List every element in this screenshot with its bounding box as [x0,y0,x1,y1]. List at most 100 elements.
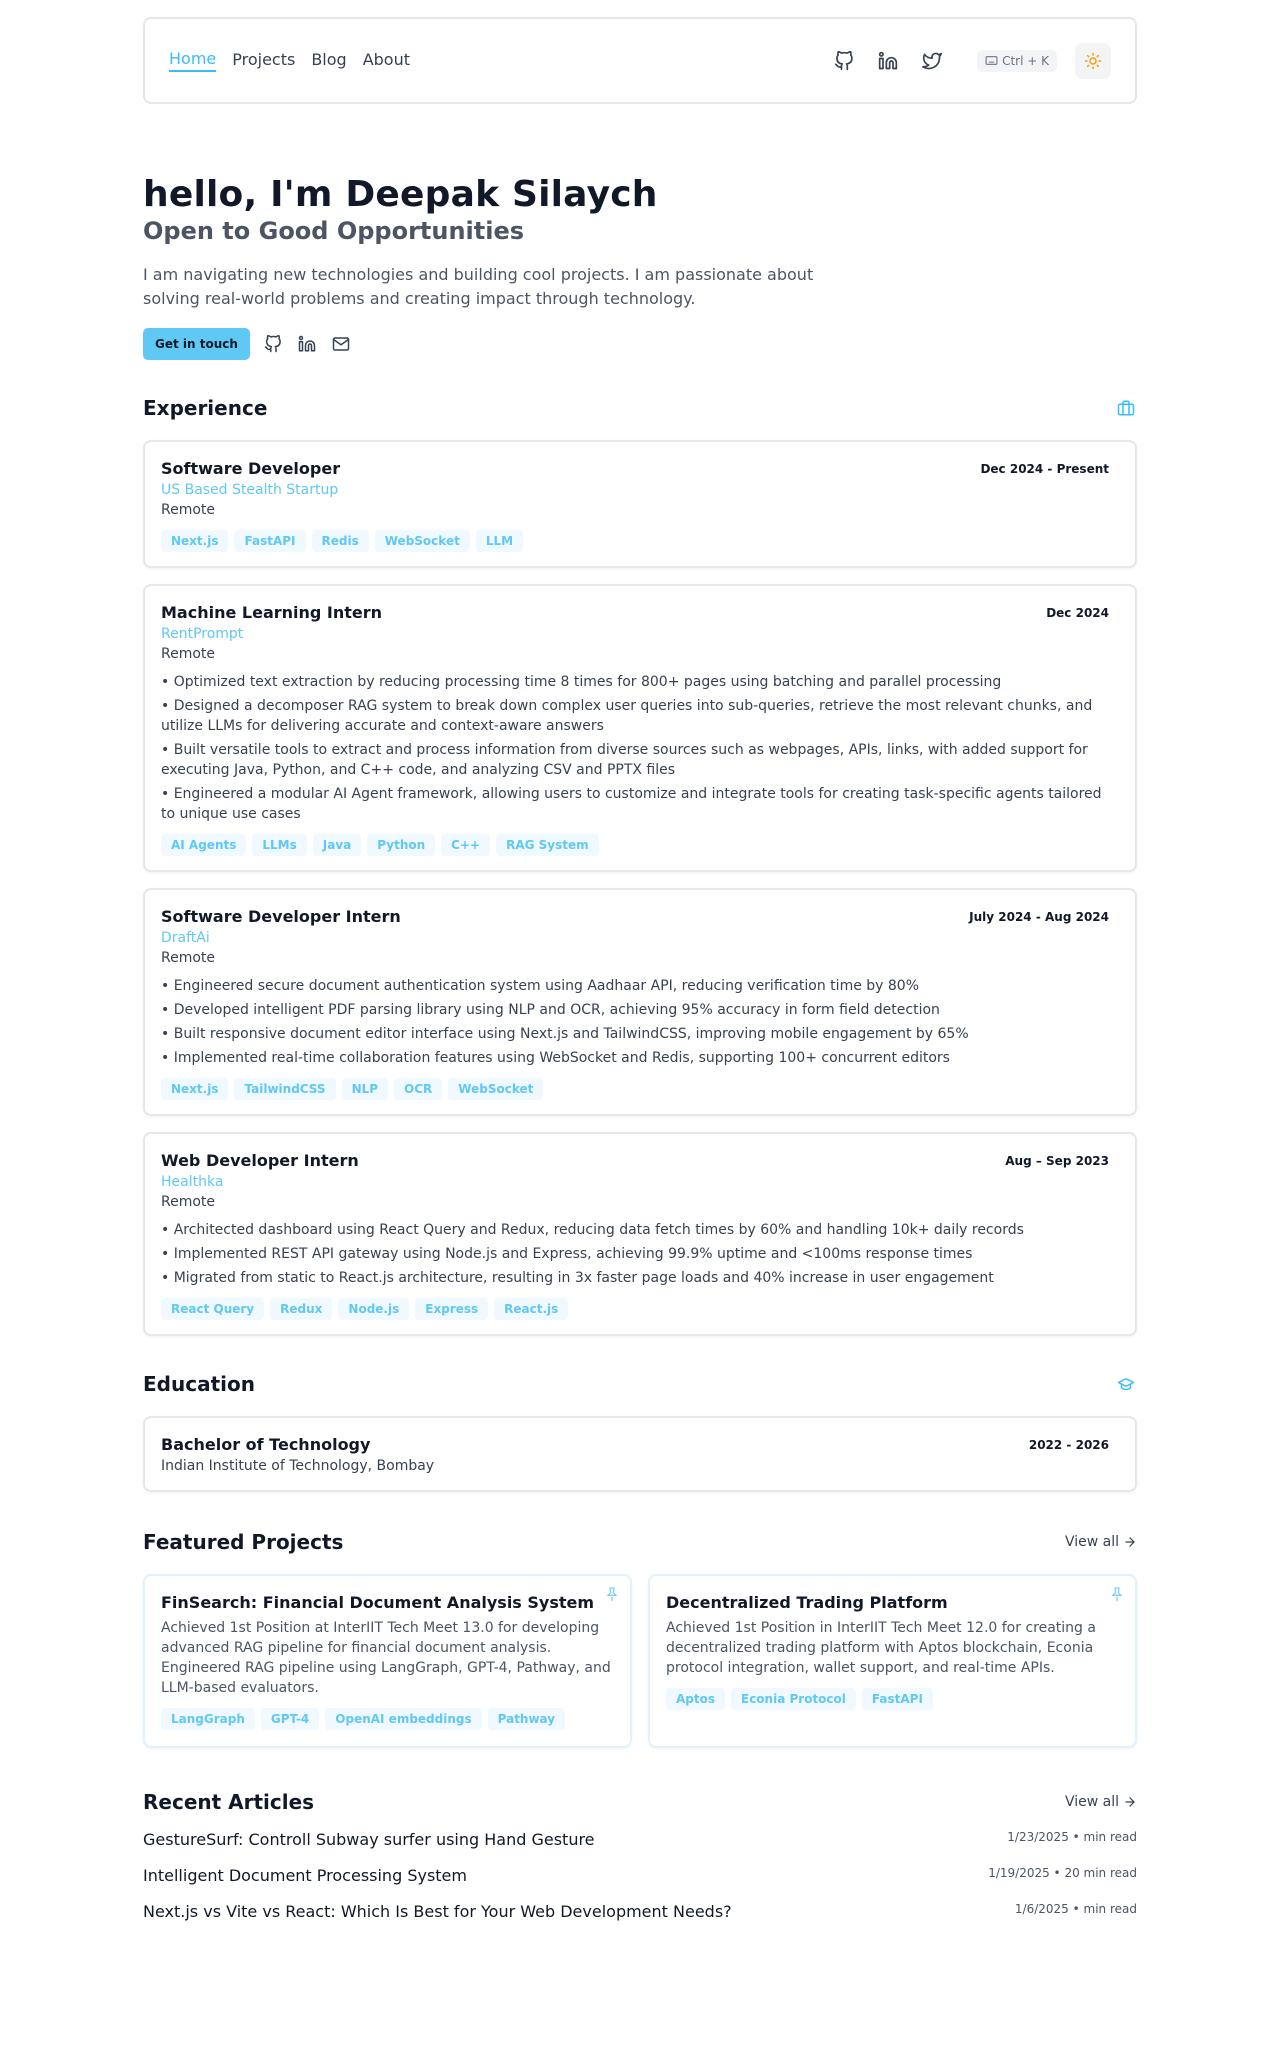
command-palette-button[interactable]: Ctrl + K [977,49,1057,72]
shortcut-label: Ctrl + K [1002,53,1049,68]
bullet-item: • Migrated from static to React.js archi… [161,1269,994,1286]
article-item[interactable]: GestureSurf: Controll Subway surfer usin… [143,1830,1137,1866]
articles-header: Recent Articles View all [143,1790,1137,1814]
article-meta: 1/23/2025 • min read [1007,1829,1137,1844]
job-location: Remote [161,645,216,662]
article-item[interactable]: Next.js vs Vite vs React: Which Is Best … [143,1902,1137,1938]
tag: Redis [311,529,369,552]
tag: WebSocket [448,1077,544,1100]
github-icon[interactable] [262,333,284,355]
projects-header: Featured Projects View all [143,1530,1137,1554]
project-grid: FinSearch: Financial Document Analysis S… [143,1573,1137,1748]
experience-card: Machine Learning Intern RentPrompt Remot… [143,583,1137,872]
hero-actions: Get in touch [143,327,1137,360]
tag: Pathway [487,1707,566,1730]
bullet-list: • Optimized text extraction by reducing … [161,672,1109,824]
experience-title: Experience [143,395,268,420]
linkedin-icon[interactable] [296,333,318,355]
articles-view-all-link[interactable]: View all [1065,1794,1137,1810]
education-card: Bachelor of Technology Indian Institute … [143,1415,1137,1492]
github-icon[interactable] [831,48,857,74]
page-container: Home Projects Blog About Ctrl + K hello,… [143,17,1137,1938]
bullet-list: • Architected dashboard using React Quer… [161,1220,1109,1288]
tag: OpenAI embeddings [325,1707,482,1730]
tag: LLM [475,529,524,552]
tag: GPT-4 [260,1707,320,1730]
hero-subtitle: Open to Good Opportunities [143,216,525,245]
nav-link-about[interactable]: About [363,50,410,71]
bullet-item: • Built versatile tools to extract and p… [161,741,1088,778]
article-meta: 1/19/2025 • 20 min read [988,1865,1137,1880]
mail-icon[interactable] [330,333,352,355]
view-all-label: View all [1064,1793,1119,1810]
top-navbar: Home Projects Blog About Ctrl + K [143,17,1137,104]
experience-card: Software Developer Intern DraftAi Remote… [143,887,1137,1116]
bullet-item: • Implemented real-time collaboration fe… [161,1049,950,1066]
pin-icon [1111,1586,1123,1601]
bullet-list: • Engineered secure document authenticat… [161,976,1109,1068]
nav-link-projects[interactable]: Projects [232,50,295,71]
project-card[interactable]: FinSearch: Financial Document Analysis S… [143,1573,632,1748]
school: Indian Institute of Technology, Bombay [161,1457,435,1474]
nav-actions: Ctrl + K [831,42,1111,79]
education-section: Education Bachelor of Technology Indian … [143,1372,1137,1492]
get-in-touch-button[interactable]: Get in touch [143,327,250,360]
tag-list: AI Agents LLMs Java Python C++ RAG Syste… [161,833,1109,856]
pin-icon [606,1586,618,1601]
article-title[interactable]: GestureSurf: Controll Subway surfer usin… [143,1830,595,1849]
tag: NLP [341,1077,389,1100]
bullet-item: • Engineered secure document authenticat… [161,977,920,994]
bullet-item: • Optimized text extraction by reducing … [161,673,1002,690]
nav-link-blog[interactable]: Blog [311,50,346,71]
theme-toggle-button[interactable] [1075,42,1111,79]
twitter-icon[interactable] [919,48,945,74]
arrow-right-icon [1125,1536,1135,1547]
experience-list: Software Developer US Based Stealth Star… [143,439,1137,1336]
tag: FastAPI [861,1687,933,1710]
job-role: Software Developer [161,458,341,478]
project-title: FinSearch: Financial Document Analysis S… [161,1592,595,1612]
tag: FastAPI [234,529,306,552]
article-title[interactable]: Intelligent Document Processing System [143,1866,467,1885]
tag: Econia Protocol [731,1687,856,1710]
job-company: RentPrompt [161,625,244,642]
article-meta: 1/6/2025 • min read [1014,1901,1137,1916]
bullet-item: • Designed a decomposer RAG system to br… [161,697,1093,734]
experience-card: Web Developer Intern Healthka Remote Aug… [143,1131,1137,1336]
article-title[interactable]: Next.js vs Vite vs React: Which Is Best … [143,1902,732,1921]
job-company: US Based Stealth Startup [161,481,339,498]
tag: React.js [494,1297,569,1320]
article-item[interactable]: Intelligent Document Processing System 1… [143,1866,1137,1902]
degree: Bachelor of Technology [161,1434,371,1454]
nav-links: Home Projects Blog About [169,49,410,72]
tag: Python [367,833,436,856]
arrow-right-icon [1125,1796,1135,1807]
tag: TailwindCSS [234,1077,336,1100]
tag-list: LangGraph GPT-4 OpenAI embeddings Pathwa… [161,1707,614,1730]
bullet-item: • Implemented REST API gateway using Nod… [161,1245,973,1262]
job-company: DraftAi [161,929,210,946]
tag: LLMs [252,833,307,856]
projects-section: Featured Projects View all FinSearch: Fi… [143,1530,1137,1748]
job-location: Remote [161,949,216,966]
job-location: Remote [161,501,216,518]
project-card[interactable]: Decentralized Trading Platform Achieved … [648,1573,1137,1748]
graduation-cap-icon [1115,1373,1137,1395]
bullet-item: • Developed intelligent PDF parsing libr… [161,1001,940,1018]
tag: Next.js [161,529,229,552]
nav-link-home[interactable]: Home [169,49,217,72]
tag-list: Aptos Econia Protocol FastAPI [666,1687,1119,1710]
tag: React Query [161,1297,265,1320]
briefcase-icon [1115,397,1137,419]
tag-list: Next.js FastAPI Redis WebSocket LLM [161,529,1109,552]
linkedin-icon[interactable] [875,48,901,74]
projects-view-all-link[interactable]: View all [1065,1534,1137,1550]
education-title: Education [143,1371,255,1396]
keyboard-icon [985,56,998,65]
hero-title: hello, I'm Deepak Silaych [143,174,658,215]
experience-section: Experience Software Developer US Based S… [143,396,1137,1336]
experience-card: Software Developer US Based Stealth Star… [143,439,1137,568]
articles-title: Recent Articles [143,1789,315,1814]
education-date: 2022 - 2026 [1028,1437,1109,1452]
tag: Java [312,833,362,856]
